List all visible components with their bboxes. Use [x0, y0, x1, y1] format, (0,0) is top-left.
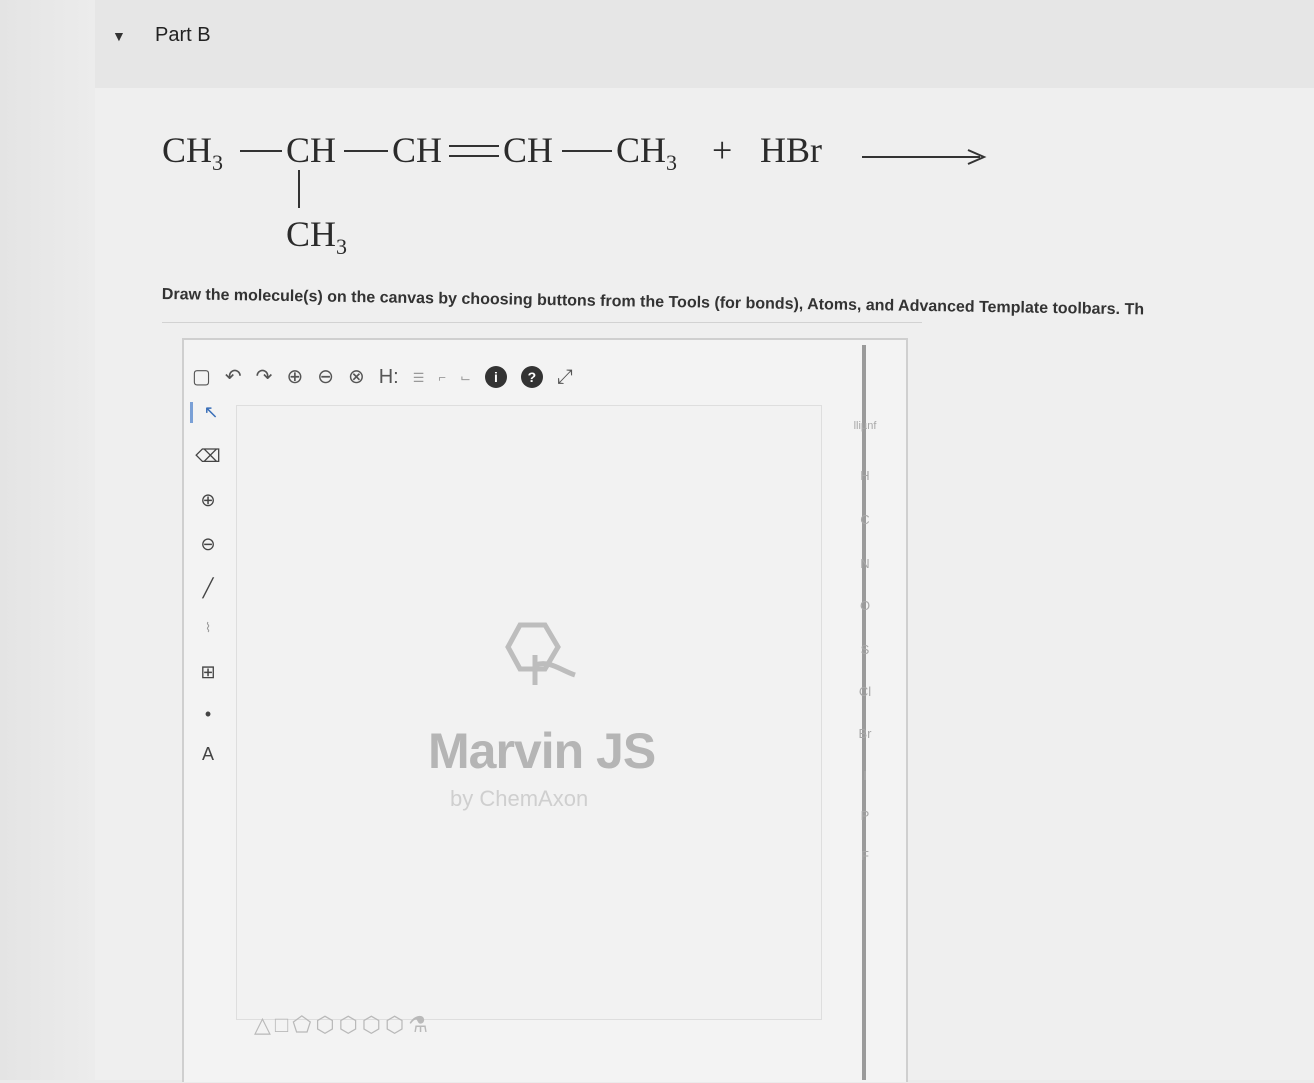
vertical-bond: [298, 170, 300, 208]
atom-o[interactable]: O: [840, 598, 890, 613]
select-icon[interactable]: ↖: [190, 402, 229, 423]
undo-icon[interactable]: ↶: [225, 367, 242, 387]
marvin-title: Marvin JS: [428, 723, 656, 779]
part-header: [95, 0, 1314, 88]
reactant-ch-alkene-2: CH: [503, 130, 554, 170]
atom-f[interactable]: F: [840, 848, 890, 863]
chemaxon-subtitle: by ChemAxon: [450, 786, 589, 811]
double-bond-bottom: [449, 155, 499, 157]
left-gutter: [0, 0, 95, 1080]
template-benzene-icon[interactable]: ⬡: [339, 1012, 358, 1038]
zoom-fit-icon[interactable]: ⊗: [348, 367, 365, 387]
top-toolbar: ▢ ↶ ↷ ⊕ ⊖ ⊗ H: ☰ ⌐ ⌙ i ? ⤢: [192, 360, 573, 394]
template-more-icon[interactable]: ⚗: [408, 1012, 428, 1038]
reagent-hbr: HBr: [760, 130, 822, 170]
reaction-arrow-icon: [862, 149, 987, 165]
zoom-out-icon[interactable]: ⊖: [317, 367, 334, 387]
atom-cl[interactable]: Cl: [840, 684, 890, 699]
radical-icon[interactable]: •: [190, 704, 226, 725]
atom-p[interactable]: P: [840, 808, 890, 823]
cip-icon[interactable]: ⌐: [438, 371, 446, 384]
chain-icon[interactable]: ⌇: [190, 620, 226, 636]
help-icon[interactable]: ?: [520, 366, 543, 388]
reactant-ch-branch: CH: [286, 130, 337, 170]
template-cyclooctane-icon[interactable]: ⬡: [385, 1012, 404, 1038]
single-bond-3: [562, 150, 612, 152]
atom-h[interactable]: H: [840, 468, 890, 483]
branch-ch3: CH3: [286, 214, 348, 259]
collapse-triangle-icon[interactable]: ▼: [112, 28, 126, 44]
atom-br[interactable]: Br: [840, 726, 890, 741]
reactant-ch3-left: CH3: [162, 130, 224, 175]
reactant-ch-alkene-1: CH: [392, 130, 443, 170]
text-icon[interactable]: A: [190, 744, 226, 765]
bond-icon[interactable]: ╱: [190, 578, 226, 599]
abbrev-icon[interactable]: ☰: [413, 371, 425, 384]
eraser-icon[interactable]: ⌫: [190, 446, 226, 467]
reactant-ch3-right: CH3: [616, 130, 678, 175]
editor-border-edge: [862, 345, 866, 1080]
periodic-table-icon[interactable]: lliµnf: [840, 420, 890, 432]
atom-n[interactable]: N: [840, 556, 890, 571]
info-icon[interactable]: i: [484, 366, 507, 388]
charge-plus-icon[interactable]: ⊕: [190, 490, 226, 511]
template-cyclopropane-icon[interactable]: △: [254, 1012, 271, 1038]
template-cyclobutane-icon[interactable]: □: [275, 1012, 288, 1038]
fullscreen-icon[interactable]: ⤢: [557, 367, 573, 387]
template-toolbar: △ □ ⬠ ⬡ ⬡ ⬡ ⬡ ⚗: [254, 1012, 428, 1038]
single-bond-2: [344, 150, 388, 152]
single-bond-1: [240, 150, 282, 152]
template-icon[interactable]: ⊞: [190, 662, 226, 683]
h-toggle-icon[interactable]: H:: [379, 367, 399, 387]
new-doc-icon[interactable]: ▢: [192, 367, 211, 387]
template-cyclohexane-icon[interactable]: ⬡: [315, 1012, 334, 1038]
marvin-logo-icon: [505, 622, 576, 685]
atom-i[interactable]: I: [840, 768, 890, 783]
part-title: Part B: [155, 24, 211, 46]
double-bond-top: [449, 145, 499, 147]
stereo-icon[interactable]: ⌙: [460, 371, 471, 384]
zoom-in-icon[interactable]: ⊕: [286, 367, 303, 387]
plus-sign: +: [712, 130, 733, 170]
redo-icon[interactable]: ↷: [256, 367, 273, 387]
atom-s[interactable]: S: [840, 642, 890, 657]
charge-minus-icon[interactable]: ⊖: [190, 534, 226, 555]
atom-c[interactable]: C: [840, 512, 890, 527]
template-cycloheptane-icon[interactable]: ⬡: [362, 1012, 381, 1038]
drawing-canvas[interactable]: [236, 405, 822, 1020]
template-cyclopentane-icon[interactable]: ⬠: [292, 1012, 311, 1038]
